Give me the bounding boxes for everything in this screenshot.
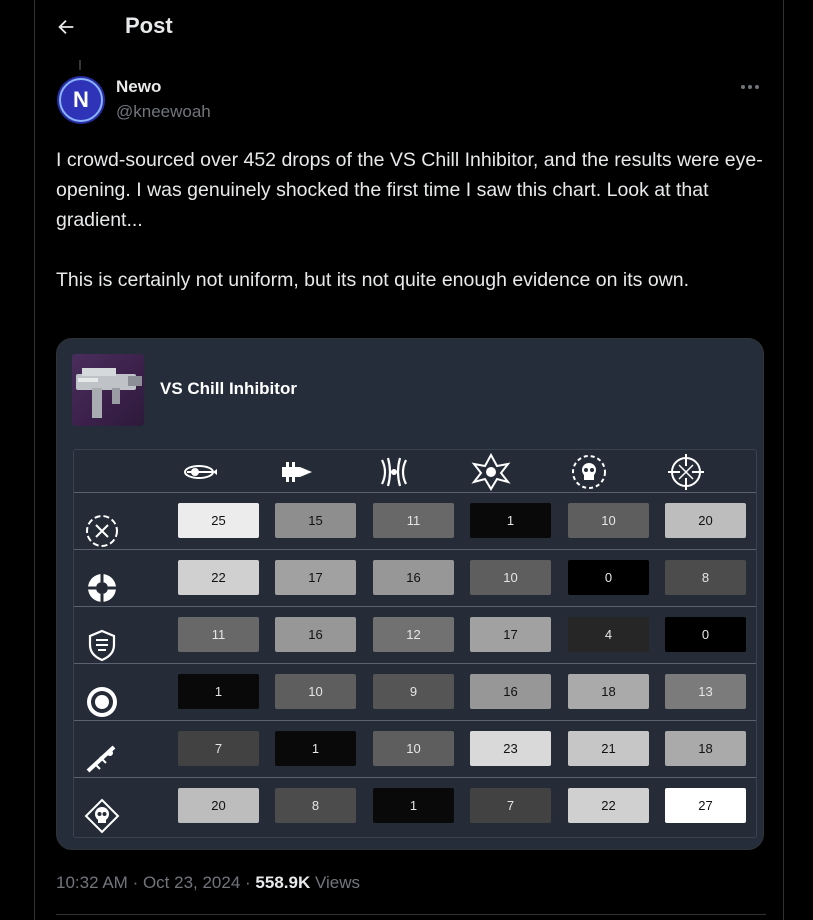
grid-cell: 25 [178,503,259,538]
grid-cell: 10 [373,731,454,766]
grid-cell: 8 [275,788,356,823]
avatar[interactable]: N [57,76,105,124]
grid-row: 7 1 10 23 21 18 [74,720,756,777]
author-handle[interactable]: @kneewoah [116,102,211,122]
grid-cell: 23 [470,731,551,766]
views-label: Views [314,873,361,892]
grid-cell: 16 [470,674,551,709]
grid-cell: 8 [665,560,746,595]
media-image[interactable]: VS Chill Inhibitor 25 15 11 1 10 20 22 1… [56,338,764,850]
page-title: Post [125,13,173,38]
arrow-left-icon [58,19,74,35]
grid-cell: 0 [665,617,746,652]
perk-grid: 25 15 11 1 10 20 22 17 16 10 0 8 11 16 12 17 4 0 1 10 9 16 18 1… [73,449,757,838]
grid-cell: 12 [373,617,454,652]
post-date[interactable]: Oct 23, 2024 [143,873,240,892]
grid-cell: 4 [568,617,649,652]
barrel-icon [282,462,312,482]
grid-cell: 17 [470,617,551,652]
crosshair-icon [668,454,704,490]
tweet-text: I crowd-sourced over 452 drops of the VS… [56,145,766,295]
thread-connector [79,60,81,70]
ammo-icon [184,465,217,479]
burst-icon [471,452,511,491]
grid-cell: 17 [275,560,356,595]
grid-cell: 10 [568,503,649,538]
skull-ring-icon [572,455,606,489]
weapon-title: VS Chill Inhibitor [160,379,297,398]
more-icon [741,85,759,89]
grid-cell: 7 [178,731,259,766]
post-metadata: 10:32 AM · Oct 23, 2024 · 558.9K Views [56,873,360,893]
grid-cell: 11 [178,617,259,652]
views-count: 558.9K [255,873,311,892]
tweet-paragraph: This is certainly not uniform, but its n… [56,269,690,291]
grid-cell: 1 [178,674,259,709]
separator: · [132,873,143,892]
tweet-paragraph: I crowd-sourced over 452 drops of the VS… [56,149,763,231]
grid-cell: 20 [178,788,259,823]
weapon-thumbnail [72,354,144,426]
grid-row: 25 15 11 1 10 20 [74,492,756,549]
grid-cell: 15 [275,503,356,538]
grid-cell: 18 [665,731,746,766]
grid-cell: 0 [568,560,649,595]
post-column: Post N Newo @kneewoah I crowd-sourced ov… [34,0,784,920]
grid-row: 20 8 1 7 22 27 [74,777,756,834]
grid-cell: 1 [373,788,454,823]
top-bar: Post [35,0,783,54]
grid-cell: 1 [275,731,356,766]
grid-row: 22 17 16 10 0 8 [74,549,756,606]
grid-cell: 16 [373,560,454,595]
grid-row: 1 10 9 16 18 13 [74,663,756,720]
grid-cell: 22 [568,788,649,823]
grid-row: 11 16 12 17 4 0 [74,606,756,663]
claw-icon [381,457,407,487]
divider [56,914,766,915]
author-name[interactable]: Newo [116,77,161,97]
avatar-letter: N [73,87,89,112]
grid-cell: 16 [275,617,356,652]
grid-cell: 1 [470,503,551,538]
grid-cell: 20 [665,503,746,538]
grid-cell: 21 [568,731,649,766]
grid-cell: 13 [665,674,746,709]
grid-cell: 10 [275,674,356,709]
grid-cell: 22 [178,560,259,595]
grid-cell: 10 [470,560,551,595]
post-time[interactable]: 10:32 AM [56,873,128,892]
separator: · [245,873,256,892]
grid-cell: 7 [470,788,551,823]
grid-cell: 11 [373,503,454,538]
grid-cell: 9 [373,674,454,709]
more-options-button[interactable] [735,76,765,98]
back-button[interactable] [53,14,79,40]
grid-cell: 18 [568,674,649,709]
grid-cell: 27 [665,788,746,823]
